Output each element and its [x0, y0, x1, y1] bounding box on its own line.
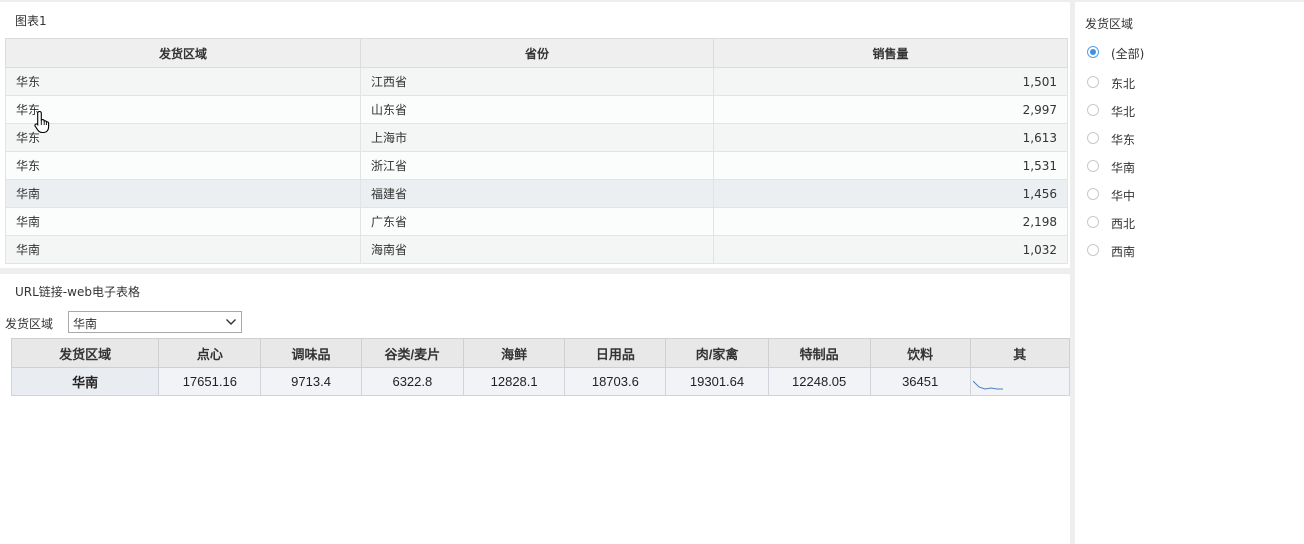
column-header-cereals[interactable]: 谷类/麦片: [360, 338, 465, 368]
radio-label: 华中: [1111, 189, 1136, 203]
cell-region: 华南: [5, 207, 361, 236]
radio-unchecked-icon[interactable]: [1087, 188, 1099, 200]
column-header-beverages[interactable]: 饮料: [869, 338, 971, 368]
category-sales-table: 发货区域 点心 调味品 谷类/麦片 海鲜 日用品 肉/家禽 特制品 饮料 其 华…: [10, 338, 1070, 396]
cell-region: 华东: [5, 95, 361, 124]
cell-cereals: 6322.8: [360, 367, 465, 396]
cell-region: 华东: [5, 67, 361, 96]
table-row[interactable]: 华东 上海市 1,613: [5, 123, 1068, 152]
table-row[interactable]: 华南 海南省 1,032: [5, 235, 1068, 264]
region-filter-label: 发货区域: [5, 317, 54, 331]
cell-sales: 1,032: [713, 235, 1068, 264]
cell-meat: 19301.64: [665, 367, 769, 396]
hand-pointer-icon: [34, 110, 52, 137]
table-row[interactable]: 华南 17651.16 9713.4 6322.8 12828.1 18703.…: [10, 367, 1070, 396]
cell-sales: 1,531: [713, 151, 1068, 180]
radio-label: 西南: [1111, 245, 1136, 259]
radio-label: 华东: [1111, 133, 1136, 147]
column-header-province[interactable]: 省份: [360, 38, 714, 68]
cell-sales: 2,198: [713, 207, 1068, 236]
sparkline: [972, 380, 1003, 390]
column-header-region[interactable]: 发货区域: [10, 338, 160, 368]
cell-province: 广东省: [360, 207, 714, 236]
cell-region: 华南: [10, 367, 160, 396]
cell-snacks: 17651.16: [158, 367, 262, 396]
table-row[interactable]: 华南 广东省 2,198: [5, 207, 1068, 236]
cell-specialty: 12248.05: [767, 367, 871, 396]
cell-region: 华东: [5, 151, 361, 180]
cell-sales: 2,997: [713, 95, 1068, 124]
column-header-region[interactable]: 发货区域: [5, 38, 361, 68]
chevron-down-icon: [225, 316, 237, 331]
region-filter-panel: 发货区域 (全部) 东北 华北 华东 华南 华中 西北 西南: [1075, 2, 1304, 544]
chart1-panel: 图表1 发货区域 省份 销售量 华东 江西省 1,501 华东 山东省 2,99…: [0, 2, 1070, 268]
radio-label: 西北: [1111, 217, 1136, 231]
radio-unchecked-icon[interactable]: [1087, 244, 1099, 256]
category-table-header: 发货区域 点心 调味品 谷类/麦片 海鲜 日用品 肉/家禽 特制品 饮料 其: [10, 338, 1070, 368]
table-row[interactable]: 华东 江西省 1,501: [5, 67, 1068, 96]
column-header-other[interactable]: 其: [969, 338, 1070, 368]
cell-province: 上海市: [360, 123, 714, 152]
cell-condiments: 9713.4: [260, 367, 362, 396]
cell-province: 山东省: [360, 95, 714, 124]
cell-province: 江西省: [360, 67, 714, 96]
radio-label: 华北: [1111, 105, 1136, 119]
table-row[interactable]: 华东 浙江省 1,531: [5, 151, 1068, 180]
column-header-meat[interactable]: 肉/家禽: [665, 338, 769, 368]
radio-unchecked-icon[interactable]: [1087, 216, 1099, 228]
column-header-specialty[interactable]: 特制品: [767, 338, 871, 368]
radio-unchecked-icon[interactable]: [1087, 132, 1099, 144]
cell-province: 福建省: [360, 179, 714, 208]
radio-unchecked-icon[interactable]: [1087, 160, 1099, 172]
cell-sales: 1,456: [713, 179, 1068, 208]
column-header-seafood[interactable]: 海鲜: [463, 338, 566, 368]
cell-sales: 1,501: [713, 67, 1068, 96]
table-row[interactable]: 华东 山东省 2,997: [5, 95, 1068, 124]
column-header-snacks[interactable]: 点心: [158, 338, 262, 368]
region-filter-title: 发货区域: [1085, 17, 1134, 31]
column-header-daily-goods[interactable]: 日用品: [564, 338, 667, 368]
table-row[interactable]: 华南 福建省 1,456: [5, 179, 1068, 208]
cell-sparkline: [969, 367, 1070, 396]
column-header-sales[interactable]: 销售量: [713, 38, 1068, 68]
chart1-title: 图表1: [15, 14, 47, 28]
column-header-condiments[interactable]: 调味品: [260, 338, 362, 368]
cell-province: 海南省: [360, 235, 714, 264]
sales-table-header: 发货区域 省份 销售量: [5, 38, 1068, 68]
cell-province: 浙江省: [360, 151, 714, 180]
sales-table: 发货区域 省份 销售量 华东 江西省 1,501 华东 山东省 2,997 华东…: [5, 38, 1068, 264]
radio-unchecked-icon[interactable]: [1087, 76, 1099, 88]
web-spreadsheet-title: URL链接-web电子表格: [15, 285, 140, 299]
cell-region: 华南: [5, 235, 361, 264]
region-select[interactable]: 华南: [68, 311, 242, 333]
cell-seafood: 12828.1: [463, 367, 566, 396]
radio-label: (全部): [1111, 47, 1145, 61]
radio-checked-icon[interactable]: [1087, 46, 1099, 58]
cell-beverages: 36451: [869, 367, 971, 396]
cell-daily-goods: 18703.6: [564, 367, 667, 396]
cell-region: 华东: [5, 123, 361, 152]
web-spreadsheet-panel: URL链接-web电子表格 发货区域 华南 发货区域 点心 调味品 谷类/麦片 …: [0, 274, 1070, 544]
radio-label: 华南: [1111, 161, 1136, 175]
radio-label: 东北: [1111, 77, 1136, 91]
region-select-value: 华南: [73, 317, 98, 331]
radio-unchecked-icon[interactable]: [1087, 104, 1099, 116]
cell-region: 华南: [5, 179, 361, 208]
cell-sales: 1,613: [713, 123, 1068, 152]
